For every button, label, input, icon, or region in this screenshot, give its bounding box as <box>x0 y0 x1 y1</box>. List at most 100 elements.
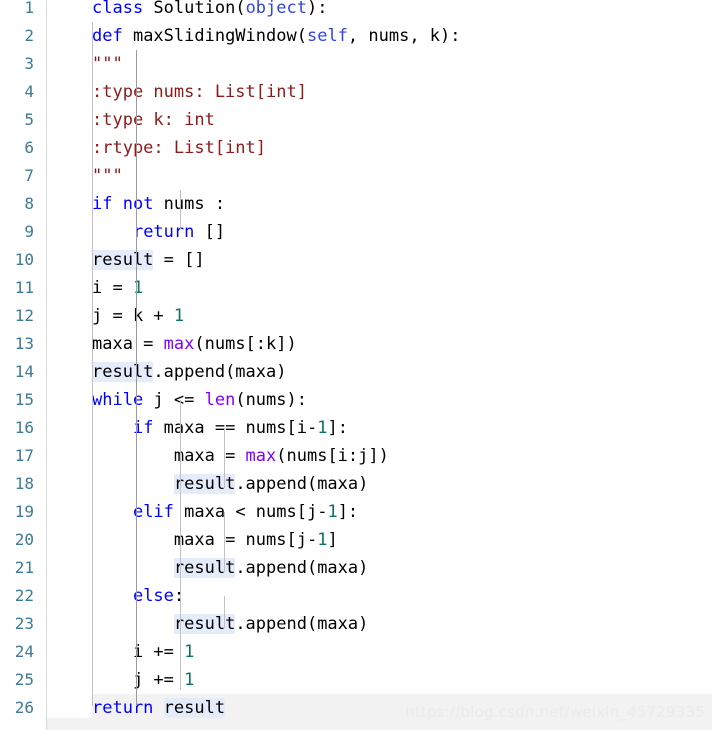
gutter-bottom-cap <box>0 718 47 730</box>
code-token: self <box>306 26 348 46</box>
code-line[interactable]: result.append(maxa) <box>0 358 712 386</box>
line-number: 3 <box>24 54 34 73</box>
code-token: else <box>132 586 174 606</box>
line-number: 15 <box>14 390 34 409</box>
line-number: 25 <box>14 670 34 689</box>
code-token: not <box>122 194 164 214</box>
line-number: 4 <box>24 82 34 101</box>
code-line[interactable]: :type k: int <box>0 106 712 134</box>
code-line[interactable]: maxa = nums[j-1] <box>0 526 712 554</box>
code-token: class <box>92 0 154 18</box>
code-token: ] <box>327 530 338 550</box>
code-folding-strip[interactable] <box>47 0 92 730</box>
code-token: j += <box>132 670 185 690</box>
code-line[interactable]: i = 1 <box>0 274 712 302</box>
line-number: 8 <box>24 194 34 213</box>
line-number: 24 <box>14 642 34 661</box>
line-number: 13 <box>14 334 34 353</box>
code-line[interactable]: while j <= len(nums): <box>0 386 712 414</box>
code-token: 1 <box>184 642 195 662</box>
line-number: 5 <box>24 110 34 129</box>
watermark-url: https://blog.csdn.net/weixin_45729335 <box>405 703 705 721</box>
line-number: 9 <box>24 222 34 241</box>
highlighted-symbol: result <box>173 474 236 494</box>
highlighted-symbol: result <box>163 698 226 718</box>
highlighted-symbol: result <box>92 362 154 382</box>
code-token: ( <box>235 0 246 18</box>
code-token: ( <box>296 26 307 46</box>
code-token: maxa = <box>92 334 164 354</box>
line-number: 16 <box>14 418 34 437</box>
code-token: max <box>245 446 277 466</box>
code-line[interactable]: return [] <box>0 218 712 246</box>
code-token: elif <box>132 502 185 522</box>
code-token: maxa = nums[j- <box>173 530 318 550</box>
code-line[interactable]: def maxSlidingWindow(self, nums, k): <box>0 22 712 50</box>
code-line[interactable]: j = k + 1 <box>0 302 712 330</box>
code-token: maxa < nums[j- <box>184 502 328 522</box>
code-line[interactable]: """ <box>0 162 712 190</box>
code-line[interactable]: result.append(maxa) <box>0 554 712 582</box>
code-token: maxa = <box>173 446 246 466</box>
code-token: ): <box>306 0 328 18</box>
line-number-list: 1 2 3 4 5 6 7 8 9 10 11 12 13 14 15 16 17 18 19 20 21 22 23 24 2… <box>0 0 34 722</box>
line-number: 7 <box>24 166 34 185</box>
code-token: ]: <box>337 502 359 522</box>
code-line[interactable]: j += 1 <box>0 666 712 694</box>
code-token: , nums, k): <box>347 26 461 46</box>
code-surface[interactable]: class Solution(object): def maxSlidingWin… <box>0 0 712 730</box>
line-number-gutter[interactable]: 1 2 3 4 5 6 7 8 9 10 11 12 13 14 15 16 17 18 19 20 21 22 23 24 2… <box>0 0 47 730</box>
code-token: :type k: int <box>92 110 215 130</box>
code-token: while <box>92 390 154 410</box>
code-token: j <= <box>153 390 205 410</box>
code-line[interactable]: result.append(maxa) <box>0 470 712 498</box>
code-line[interactable]: maxa = max(nums[i:j]) <box>0 442 712 470</box>
code-line[interactable]: elif maxa < nums[j-1]: <box>0 498 712 526</box>
code-line[interactable]: if not nums : <box>0 190 712 218</box>
code-token: 1 <box>184 670 195 690</box>
code-token: [] <box>204 222 226 242</box>
line-number: 12 <box>14 306 34 325</box>
code-line[interactable]: result.append(maxa) <box>0 610 712 638</box>
line-number: 6 <box>24 138 34 157</box>
line-number: 11 <box>14 278 34 297</box>
code-token: .append(maxa) <box>235 474 369 494</box>
code-token: : <box>173 586 185 606</box>
code-token: Solution <box>153 0 236 18</box>
code-token: (nums): <box>235 390 307 410</box>
highlighted-symbol: result <box>173 558 236 578</box>
code-token: i += <box>132 642 185 662</box>
code-token: i = <box>92 278 133 298</box>
code-token: 1 <box>317 530 328 550</box>
code-editor[interactable]: class Solution(object): def maxSlidingWin… <box>0 0 712 730</box>
code-token: :type nums: List[int] <box>92 82 307 102</box>
code-token: """ <box>92 54 123 74</box>
line-number: 19 <box>14 502 34 521</box>
code-line[interactable]: else: <box>0 582 712 610</box>
code-token: 1 <box>317 418 328 438</box>
code-line[interactable]: i += 1 <box>0 638 712 666</box>
code-lines[interactable]: class Solution(object): def maxSlidingWin… <box>0 0 712 722</box>
code-token: return <box>132 222 205 242</box>
code-token: 1 <box>173 306 185 326</box>
code-line[interactable]: if maxa == nums[i-1]: <box>0 414 712 442</box>
code-line[interactable]: :type nums: List[int] <box>0 78 712 106</box>
code-token: (nums[i:j]) <box>276 446 389 466</box>
code-token: maxSlidingWindow <box>132 26 297 46</box>
code-line[interactable]: maxa = max(nums[:k]) <box>0 330 712 358</box>
code-token: .append(maxa) <box>235 558 369 578</box>
code-line[interactable]: result = [] <box>0 246 712 274</box>
code-line[interactable]: :rtype: List[int] <box>0 134 712 162</box>
code-line[interactable]: class Solution(object): <box>0 0 712 22</box>
line-number: 1 <box>24 0 34 17</box>
code-line[interactable]: """ <box>0 50 712 78</box>
code-token: (nums[:k]) <box>194 334 297 354</box>
